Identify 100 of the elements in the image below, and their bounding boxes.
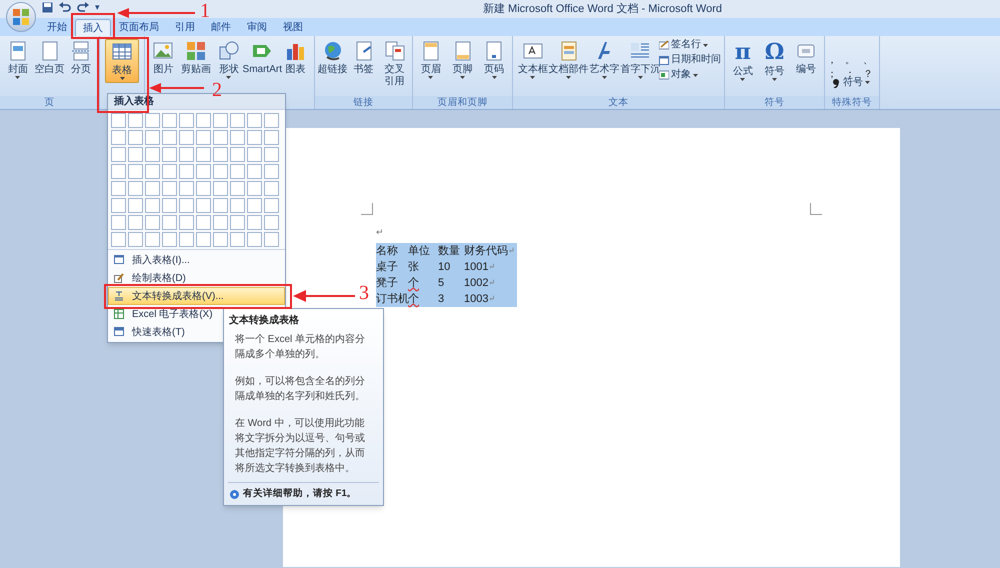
ribbon-button[interactable]: 页眉 (415, 39, 447, 81)
table-grid-cell[interactable] (111, 164, 126, 179)
table-grid-cell[interactable] (145, 198, 160, 213)
menu-item[interactable]: 文本转换成表格(V)... (108, 287, 285, 305)
ribbon-button[interactable]: 页码 (478, 39, 510, 81)
ribbon-tab[interactable]: 引用 (167, 19, 203, 36)
table-grid-cell[interactable] (111, 198, 126, 213)
table-grid-cell[interactable] (247, 113, 262, 128)
table-grid-cell[interactable] (179, 130, 194, 145)
table-grid-cell[interactable] (162, 147, 177, 162)
table-grid-cell[interactable] (162, 164, 177, 179)
menu-item[interactable]: 绘制表格(D) (108, 269, 285, 287)
table-grid-cell[interactable] (213, 215, 228, 230)
table-grid-cell[interactable] (247, 130, 262, 145)
table-grid-cell[interactable] (179, 147, 194, 162)
ribbon-button[interactable]: 图片 (147, 39, 180, 78)
ribbon-button[interactable]: 超链接 (317, 39, 348, 78)
menu-item[interactable]: 插入表格(I)... (108, 251, 285, 269)
table-grid-cell[interactable] (145, 147, 160, 162)
table-grid-cell[interactable] (264, 113, 279, 128)
table-grid-cell[interactable] (162, 232, 177, 247)
table-grid-cell[interactable] (264, 198, 279, 213)
table-grid-cell[interactable] (230, 215, 245, 230)
table-grid-cell[interactable] (213, 198, 228, 213)
table-grid-cell[interactable] (230, 113, 245, 128)
table-grid-cell[interactable] (213, 164, 228, 179)
ribbon-button[interactable]: 表格 (105, 39, 139, 83)
table-grid-cell[interactable] (196, 164, 211, 179)
table-grid-cell[interactable] (196, 215, 211, 230)
ribbon-button[interactable]: 分页 (65, 39, 98, 78)
table-grid-cell[interactable] (111, 215, 126, 230)
small-ribbon-button[interactable]: 符号 (831, 76, 870, 88)
ribbon-button[interactable]: 编号 (790, 39, 822, 78)
table-grid-cell[interactable] (128, 181, 143, 196)
table-grid-cell[interactable] (230, 147, 245, 162)
table-grid-cell[interactable] (230, 130, 245, 145)
table-grid-cell[interactable] (230, 181, 245, 196)
small-ribbon-button[interactable]: 日期和时间 (659, 54, 722, 66)
ribbon-tab[interactable]: 审阅 (239, 19, 275, 36)
table-grid-cell[interactable] (213, 147, 228, 162)
table-grid-cell[interactable] (111, 113, 126, 128)
ribbon-button[interactable]: π 公式 (727, 39, 759, 83)
ribbon-tab[interactable]: 邮件 (203, 19, 239, 36)
table-grid-cell[interactable] (179, 164, 194, 179)
table-grid-cell[interactable] (162, 181, 177, 196)
table-grid-cell[interactable] (111, 232, 126, 247)
customize-toolbar-button[interactable]: ▾ (95, 1, 100, 14)
symbol-button[interactable]: 。 (845, 54, 855, 68)
symbol-button[interactable]: ， (827, 54, 837, 68)
ribbon-button[interactable]: 页脚 (446, 39, 478, 81)
table-grid-cell[interactable] (145, 215, 160, 230)
ribbon-tab[interactable]: 页面布局 (111, 19, 167, 36)
table-grid-cell[interactable] (213, 232, 228, 247)
table-grid-cell[interactable] (162, 130, 177, 145)
table-grid-cell[interactable] (128, 113, 143, 128)
ribbon-tab[interactable]: 开始 (39, 19, 75, 36)
ribbon-button[interactable]: 文本框 (516, 39, 550, 81)
table-grid-cell[interactable] (111, 147, 126, 162)
table-grid-cell[interactable] (264, 215, 279, 230)
ribbon-button[interactable]: 空白页 (34, 39, 66, 78)
table-grid-cell[interactable] (179, 181, 194, 196)
table-grid-cell[interactable] (179, 232, 194, 247)
table-grid-cell[interactable] (162, 215, 177, 230)
table-grid-cell[interactable] (247, 215, 262, 230)
small-ribbon-button[interactable]: 对象 (659, 69, 722, 81)
table-grid-cell[interactable] (196, 198, 211, 213)
table-grid-cell[interactable] (196, 232, 211, 247)
ribbon-button[interactable]: SmartArt (245, 39, 280, 78)
table-grid-cell[interactable] (196, 130, 211, 145)
table-grid-cell[interactable] (247, 164, 262, 179)
table-grid-cell[interactable] (247, 232, 262, 247)
table-grid-cell[interactable] (111, 181, 126, 196)
ribbon-tab[interactable]: 视图 (275, 19, 311, 36)
symbol-button[interactable]: 、 (863, 54, 873, 68)
table-grid-cell[interactable] (145, 113, 160, 128)
table-grid-cell[interactable] (128, 232, 143, 247)
table-grid-cell[interactable] (128, 147, 143, 162)
table-grid-cell[interactable] (196, 147, 211, 162)
table-grid-cell[interactable] (145, 130, 160, 145)
small-ribbon-button[interactable]: 签名行 (659, 39, 722, 51)
table-grid-cell[interactable] (247, 147, 262, 162)
table-grid-cell[interactable] (111, 130, 126, 145)
ribbon-button[interactable]: Ω 符号 (758, 39, 790, 83)
table-grid-cell[interactable] (128, 198, 143, 213)
table-grid-cell[interactable] (230, 232, 245, 247)
table-grid-cell[interactable] (196, 181, 211, 196)
ribbon-button[interactable]: 剪贴画 (180, 39, 212, 78)
ribbon-tab[interactable]: 插入 (75, 19, 111, 36)
table-grid-cell[interactable] (179, 113, 194, 128)
table-grid-cell[interactable] (162, 198, 177, 213)
table-grid-cell[interactable] (196, 113, 211, 128)
table-grid-cell[interactable] (230, 198, 245, 213)
table-grid-cell[interactable] (213, 130, 228, 145)
office-button[interactable] (6, 2, 36, 32)
table-grid-cell[interactable] (213, 181, 228, 196)
table-grid-cell[interactable] (179, 198, 194, 213)
table-grid-cell[interactable] (162, 113, 177, 128)
table-grid-cell[interactable] (264, 147, 279, 162)
table-grid-cell[interactable] (264, 232, 279, 247)
table-grid-cell[interactable] (179, 215, 194, 230)
